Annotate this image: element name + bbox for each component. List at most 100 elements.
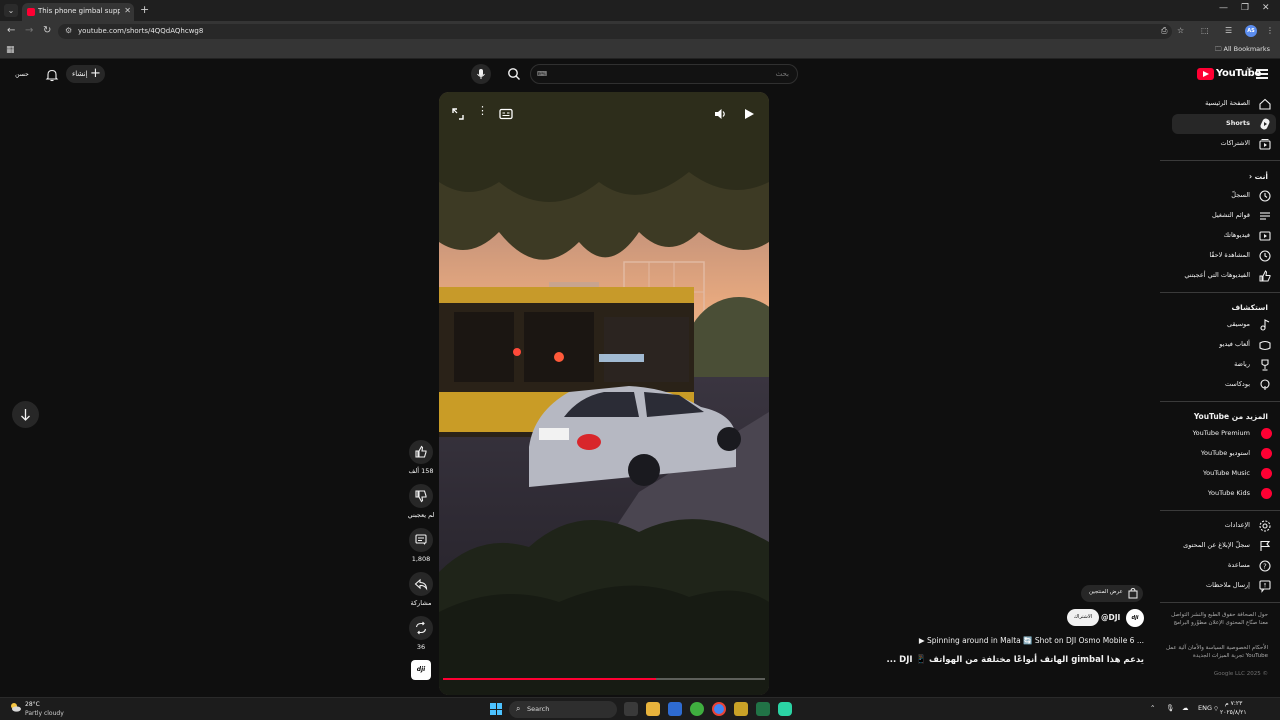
- fullscreen-button[interactable]: [451, 106, 465, 125]
- language-indicator[interactable]: ENG: [1198, 704, 1212, 712]
- sidebar-item-watch-later[interactable]: المشاهدة لاحقًا: [1172, 246, 1276, 266]
- start-button[interactable]: [490, 703, 502, 715]
- new-tab-button[interactable]: +: [140, 3, 149, 16]
- extensions-icon[interactable]: ⬚: [1201, 26, 1209, 35]
- restore-button[interactable]: ❐: [1241, 3, 1249, 13]
- bookmark-star-icon[interactable]: ☆: [1177, 26, 1184, 35]
- clock-time[interactable]: ٧:٢٣ م: [1225, 700, 1242, 707]
- sidebar-item-history[interactable]: السجلّ: [1172, 186, 1276, 206]
- section-you-heading[interactable]: أنت ‹: [1249, 172, 1268, 181]
- video-description[interactable]: ▶ Spinning around in Malta 🔄 Shot on DJI…: [919, 636, 1144, 645]
- sidebar-item-liked-videos[interactable]: الفيديوهات التي أعجبتني: [1172, 266, 1276, 286]
- weather-description[interactable]: Partly cloudy: [25, 710, 64, 717]
- minimize-button[interactable]: —: [1219, 3, 1228, 13]
- sidebar-item-gaming[interactable]: ألعاب فيديو: [1172, 335, 1276, 355]
- captions-button[interactable]: [499, 106, 513, 125]
- footer-links[interactable]: حول الصحافة حقوق الطبع والنشر التواصل مع…: [1164, 611, 1268, 627]
- tab-title: This phone gimbal supports d: [38, 7, 120, 15]
- expand-icon: [452, 108, 464, 120]
- sidebar-item-music-app[interactable]: YouTube Music: [1172, 464, 1276, 484]
- sidebar-item-settings[interactable]: الإعدادات: [1172, 516, 1276, 536]
- keyboard-icon[interactable]: ⌨: [537, 70, 547, 78]
- profile-avatar[interactable]: AS: [1245, 25, 1257, 37]
- more-options-icon[interactable]: ⋮: [477, 104, 488, 117]
- forward-button[interactable]: →: [25, 25, 33, 36]
- sidebar-item-shorts[interactable]: Shorts: [1172, 114, 1276, 134]
- excel-icon[interactable]: [756, 702, 770, 716]
- reading-list-icon[interactable]: ☰: [1225, 26, 1232, 35]
- close-window-button[interactable]: ✕: [1262, 3, 1270, 13]
- voice-search-button[interactable]: [471, 64, 491, 84]
- dislike-button[interactable]: [409, 484, 433, 508]
- address-bar[interactable]: ⚙ youtube.com/shorts/4QQdAQhcwg8: [58, 24, 1172, 39]
- taskbar-search[interactable]: ⌕ Search: [509, 701, 617, 718]
- search-button[interactable]: [502, 65, 526, 83]
- all-bookmarks-button[interactable]: 🗀 All Bookmarks: [1215, 45, 1270, 56]
- like-button[interactable]: [409, 440, 433, 464]
- browser-tab[interactable]: This phone gimbal supports d ✕: [22, 3, 134, 21]
- volume-icon: [715, 109, 725, 119]
- sound-thumbnail[interactable]: dji: [411, 660, 431, 680]
- sidebar-item-home[interactable]: الصفحة الرئيسية: [1172, 94, 1276, 114]
- tab-search-button[interactable]: ⌄: [4, 4, 18, 17]
- subscriptions-icon: [1259, 139, 1271, 150]
- view-products-button[interactable]: عرض المنتجين: [1081, 585, 1143, 602]
- sidebar-item-report-history[interactable]: سجلّ الإبلاغ عن المحتوى: [1172, 536, 1276, 556]
- weather-temperature[interactable]: 28°C: [25, 701, 40, 708]
- browser-menu-icon[interactable]: ⋮: [1266, 26, 1274, 35]
- sidebar-item-playlists[interactable]: قوائم التشغيل: [1172, 206, 1276, 226]
- app-icon[interactable]: [734, 702, 748, 716]
- file-explorer-icon[interactable]: [646, 702, 660, 716]
- gear-icon: [1259, 520, 1271, 532]
- clock-date[interactable]: ٢٠٢٥/٨/٢١: [1220, 709, 1247, 716]
- next-video-button[interactable]: [12, 401, 39, 428]
- share-button[interactable]: [409, 572, 433, 596]
- cloud-tray-icon[interactable]: ☁: [1182, 704, 1189, 712]
- footer-links-secondary[interactable]: الأحكام الخصوصية السياسة والأمان آلية عم…: [1164, 644, 1268, 660]
- account-avatar[interactable]: حسن: [13, 66, 31, 84]
- play-button[interactable]: [742, 106, 756, 125]
- app-icon-active[interactable]: [778, 702, 792, 716]
- task-view-icon[interactable]: [624, 702, 638, 716]
- install-app-icon[interactable]: ⎙: [1161, 26, 1167, 36]
- your-videos-icon: [1259, 231, 1271, 241]
- sidebar-item-premium[interactable]: YouTube Premium: [1172, 424, 1276, 444]
- volume-button[interactable]: [713, 106, 727, 125]
- network-icon[interactable]: ⌔: [1213, 704, 1219, 713]
- channel-avatar[interactable]: dji: [1126, 609, 1144, 627]
- site-info-icon[interactable]: ⚙: [65, 26, 72, 35]
- subscribe-button[interactable]: الاشتراك: [1067, 609, 1099, 626]
- remix-button[interactable]: [409, 616, 433, 640]
- search-icon: ⌕: [516, 704, 521, 713]
- divider: [1160, 510, 1280, 511]
- video-title[interactable]: يدعم هذا gimbal الهاتف أنواعًا مختلفة من…: [886, 655, 1144, 665]
- reload-button[interactable]: ↻: [43, 25, 51, 36]
- back-button[interactable]: ←: [7, 25, 15, 36]
- progress-bar[interactable]: [443, 678, 765, 680]
- comments-button[interactable]: [409, 528, 433, 552]
- tab-close-icon[interactable]: ✕: [124, 6, 131, 15]
- section-more-heading: المزيد من YouTube: [1193, 412, 1268, 421]
- sidebar-item-subscriptions[interactable]: الاشتراكات: [1172, 134, 1276, 154]
- tray-overflow-icon[interactable]: ⌃: [1150, 704, 1155, 712]
- channel-name[interactable]: @DJI: [1101, 613, 1120, 622]
- sidebar-item-music[interactable]: موسيقى: [1172, 315, 1276, 335]
- sidebar-item-sports[interactable]: رياضة: [1172, 355, 1276, 375]
- search-input[interactable]: ⌨ بحث: [530, 64, 798, 84]
- chrome-icon[interactable]: [712, 702, 726, 716]
- create-button[interactable]: + إنشاء: [66, 65, 105, 83]
- sidebar-item-help[interactable]: ? مساعدة: [1172, 556, 1276, 576]
- sidebar-item-feedback[interactable]: إرسال ملاحظات: [1172, 576, 1276, 596]
- notifications-button[interactable]: [45, 67, 59, 86]
- sidebar-item-podcasts[interactable]: بودكاست: [1172, 375, 1276, 395]
- shorts-player[interactable]: ⋮: [439, 92, 769, 695]
- sidebar-item-studio[interactable]: استوديو YouTube: [1172, 444, 1276, 464]
- sidebar-item-label: Shorts: [1226, 119, 1250, 127]
- divider: [1160, 292, 1280, 293]
- apps-grid-icon[interactable]: ▦: [6, 45, 15, 55]
- microsoft-store-icon[interactable]: [668, 702, 682, 716]
- sidebar-item-kids[interactable]: YouTube Kids: [1172, 484, 1276, 504]
- sidebar-item-your-videos[interactable]: فيديوهاتك: [1172, 226, 1276, 246]
- microphone-tray-icon[interactable]: 🎙: [1166, 704, 1174, 712]
- xbox-icon[interactable]: [690, 702, 704, 716]
